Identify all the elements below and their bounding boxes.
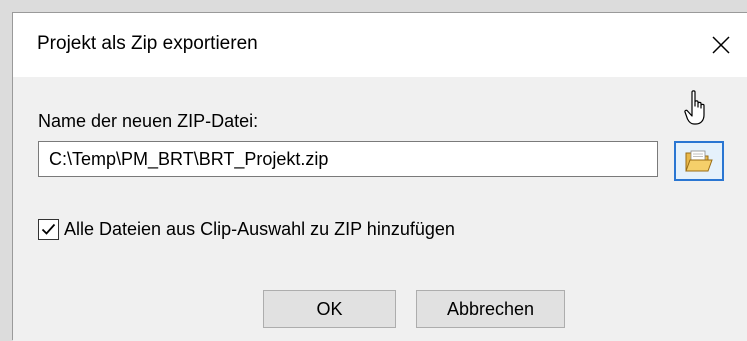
include-clip-files-option[interactable]: Alle Dateien aus Clip-Auswahl zu ZIP hin…: [38, 219, 455, 240]
close-icon: [712, 36, 730, 54]
export-zip-dialog: Projekt als Zip exportieren Name der neu…: [12, 12, 747, 341]
dialog-body: Name der neuen ZIP-Datei: Alle Dateien a…: [13, 77, 747, 341]
browse-folder-button[interactable]: [674, 141, 724, 181]
cancel-button[interactable]: Abbrechen: [416, 290, 565, 328]
zip-name-label: Name der neuen ZIP-Datei:: [38, 111, 259, 131]
close-button[interactable]: [703, 27, 739, 63]
dialog-titlebar: Projekt als Zip exportieren: [13, 13, 747, 77]
include-clip-files-checkbox[interactable]: [38, 219, 59, 240]
zip-path-input[interactable]: [38, 141, 658, 177]
ok-button[interactable]: OK: [263, 290, 396, 328]
include-clip-files-label: Alle Dateien aus Clip-Auswahl zu ZIP hin…: [64, 219, 455, 239]
dialog-title: Projekt als Zip exportieren: [37, 33, 258, 54]
checkmark-icon: [41, 223, 56, 235]
folder-open-icon: [685, 150, 713, 172]
